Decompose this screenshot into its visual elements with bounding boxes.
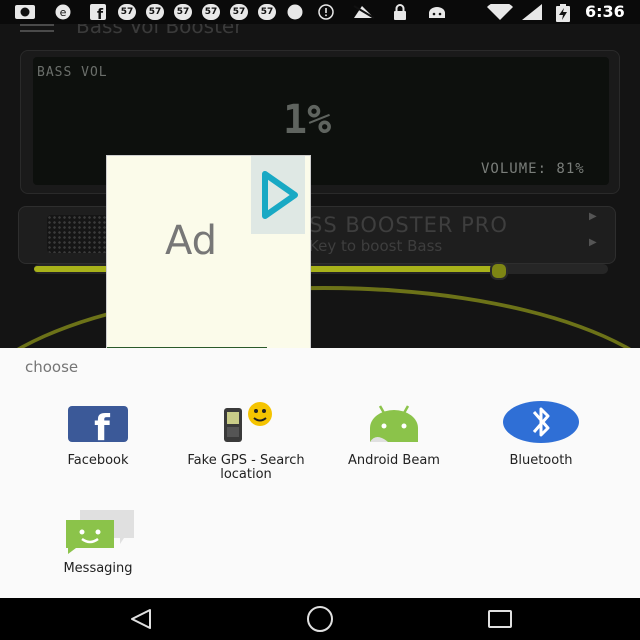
share-target-fake-gps[interactable]: Fake GPS - Search location (172, 400, 320, 482)
share-target-label: Fake GPS - Search location (187, 453, 305, 482)
ad-choices-icon[interactable] (251, 156, 305, 234)
info-icon (318, 4, 334, 20)
bass-knob-arc[interactable] (0, 286, 640, 350)
app-title: Bass Vol Booster (76, 24, 243, 38)
facebook-icon: f (90, 4, 106, 23)
tracking-icon: 57 (118, 4, 136, 20)
facebook-icon: f (66, 400, 130, 449)
tracking-icon: 57 (202, 4, 220, 20)
chooser-title: choose (25, 358, 79, 376)
wifi-icon (486, 1, 514, 20)
volume-slider-knob[interactable] (490, 262, 508, 280)
bluetooth-icon (503, 400, 579, 448)
arrow-right-icon: ▶ (589, 237, 597, 248)
share-target-label: Bluetooth (509, 453, 573, 468)
share-target-messaging[interactable]: Messaging (24, 508, 172, 576)
share-chooser-sheet: choose f Facebook Fake GPS - Search loca… (0, 348, 640, 598)
android-head-icon (14, 4, 36, 20)
tracking-icon: 57 (146, 4, 164, 20)
android-beam-icon (362, 400, 426, 448)
share-target-bluetooth[interactable]: Bluetooth (467, 400, 615, 468)
tracking-icon: 57 (258, 4, 276, 20)
recents-icon[interactable] (487, 608, 513, 634)
navigation-bar (0, 598, 640, 640)
svg-text:e: e (60, 6, 67, 19)
share-target-facebook[interactable]: f Facebook (24, 400, 172, 468)
sync-icon: e (54, 4, 72, 20)
arrow-right-icon: ▶ (589, 211, 597, 222)
ad-label: Ad (165, 218, 218, 264)
ad-banner[interactable]: Ad (106, 155, 311, 354)
status-bar-time: 6:36 (585, 2, 625, 21)
tracking-icon (286, 4, 304, 20)
booster-pro-subtitle: Key to boost Bass (309, 237, 443, 255)
home-icon[interactable] (305, 606, 335, 636)
back-icon[interactable] (128, 608, 154, 634)
booster-pro-title: SS BOOSTER PRO (309, 213, 508, 237)
hamburger-menu-icon[interactable] (20, 24, 54, 34)
messaging-icon (66, 508, 134, 556)
fake-gps-icon (352, 4, 376, 20)
share-target-android-beam[interactable]: Android Beam (320, 400, 468, 468)
status-bar: e f 57 57 57 57 57 57 6:36 (0, 0, 640, 24)
bass-booster-app-background: Bass Vol Booster BASS VOL 1% VOLUME: 81%… (0, 24, 640, 350)
tracking-icon: 57 (174, 4, 192, 20)
share-target-label: Android Beam (348, 453, 440, 468)
android-icon (426, 4, 448, 20)
share-target-label: Facebook (67, 453, 129, 468)
lock-icon (392, 4, 408, 20)
share-target-label: Messaging (63, 561, 133, 576)
volume-readout: VOLUME: 81% (481, 161, 585, 177)
signal-icon (522, 4, 542, 20)
fake-gps-icon (214, 400, 278, 448)
bass-percent-readout: 1% (283, 97, 332, 143)
svg-text:f: f (94, 408, 110, 448)
tracking-icon: 57 (230, 4, 248, 20)
bass-vol-label: BASS VOL (37, 65, 108, 80)
svg-text:f: f (97, 7, 104, 20)
battery-charging-icon (556, 4, 570, 22)
